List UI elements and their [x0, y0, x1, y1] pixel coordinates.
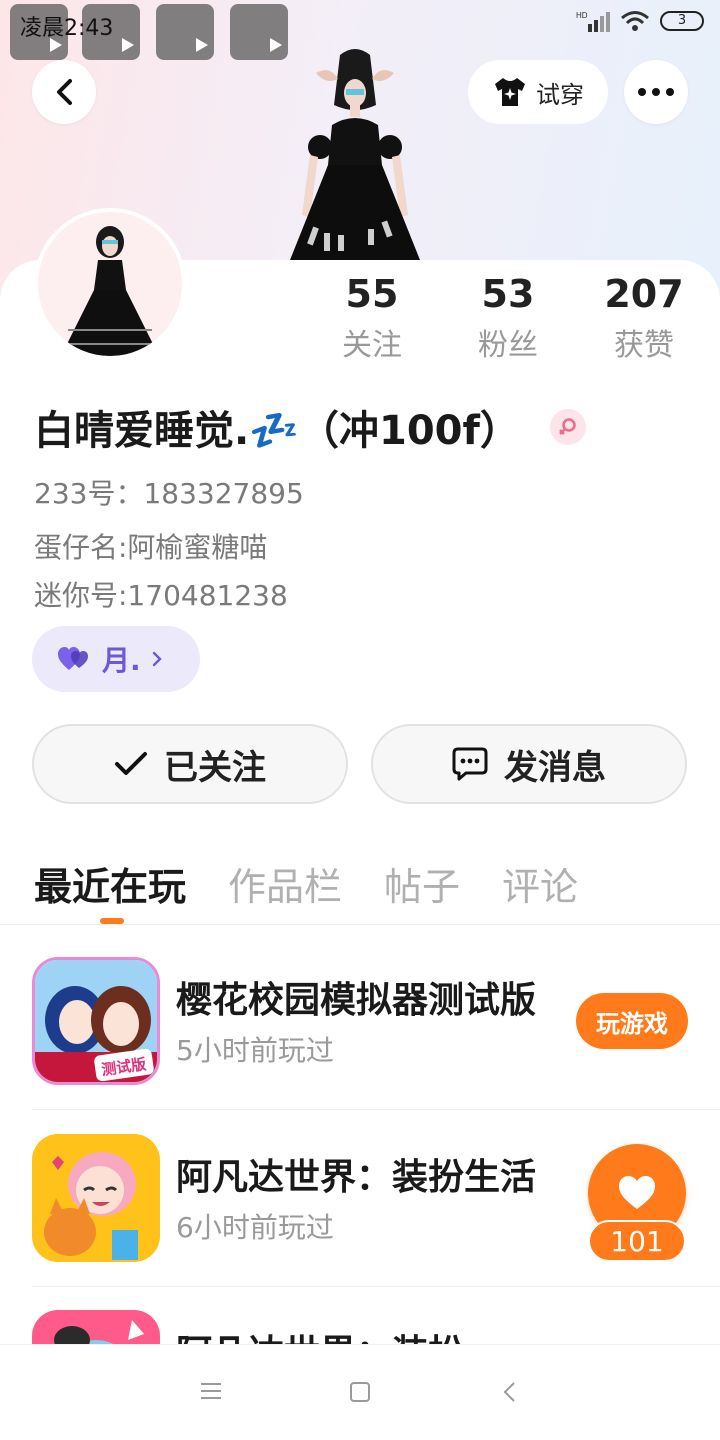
- avatar-image: [61, 226, 159, 356]
- stat-likes[interactable]: 207 获赞: [584, 272, 704, 364]
- tab-comments[interactable]: 评论: [502, 856, 578, 911]
- try-on-button[interactable]: 试穿: [468, 60, 608, 124]
- followers-count: 53: [481, 272, 535, 316]
- game-last-played: 5小时前玩过: [176, 1034, 334, 1067]
- game-last-played: 6小时前玩过: [176, 1211, 334, 1244]
- back-button[interactable]: [32, 60, 96, 124]
- double-heart-icon: [58, 647, 88, 670]
- notification-thumbnail: [156, 4, 214, 60]
- followers-label: 粉丝: [478, 328, 538, 363]
- game-title: 樱花校园模拟器测试版: [176, 980, 537, 1021]
- more-dots-icon: [638, 88, 674, 96]
- wifi-icon: [621, 11, 649, 31]
- stat-followers[interactable]: 53 粉丝: [448, 272, 568, 364]
- mini-id: 迷你号:170481238: [34, 579, 288, 612]
- play-icon: [122, 38, 134, 52]
- divider: [32, 1286, 720, 1287]
- game-title: 阿凡达世界：装扮: [176, 1324, 464, 1344]
- game-list-item[interactable]: 测试版 樱花校园模拟器测试版 5小时前玩过 玩游戏: [0, 957, 720, 1133]
- checkmark-icon: [115, 752, 147, 775]
- game-icon-avatar-world: [32, 1134, 160, 1262]
- battery-icon: 3: [660, 11, 704, 31]
- profile-tabs: 最近在玩 作品栏 帖子 评论: [34, 856, 578, 911]
- send-message-label: 发消息: [504, 747, 606, 788]
- game-icon-sakura-school: 测试版: [32, 957, 160, 1085]
- play-game-button[interactable]: 玩游戏: [576, 993, 688, 1049]
- likes-count: 207: [604, 272, 684, 316]
- divider: [32, 1109, 720, 1110]
- tshirt-icon: [495, 78, 525, 106]
- more-options-button[interactable]: [624, 60, 688, 124]
- menu-icon[interactable]: [200, 1381, 222, 1401]
- character-avatar-image: [290, 49, 420, 260]
- status-time: 凌晨2:43: [20, 16, 114, 41]
- followed-button[interactable]: 已关注: [32, 724, 348, 804]
- signal-hd-label: HD: [576, 11, 588, 20]
- play-icon: [196, 38, 208, 52]
- badge-label: 月.: [102, 644, 141, 677]
- gender-female-icon: [549, 409, 586, 445]
- followed-label: 已关注: [164, 747, 266, 788]
- send-message-button[interactable]: 发消息: [371, 724, 687, 804]
- like-count: 101: [588, 1220, 686, 1262]
- egg-name: 蛋仔名:阿榆蜜糖喵: [34, 531, 268, 564]
- tab-recently-played[interactable]: 最近在玩: [34, 856, 186, 911]
- stat-following[interactable]: 55 关注: [312, 272, 432, 364]
- tab-works[interactable]: 作品栏: [228, 856, 342, 911]
- chevron-right-icon: [152, 651, 162, 667]
- game-icon-avatar-world: [32, 1310, 160, 1344]
- try-on-label: 试穿: [536, 80, 584, 109]
- profile-name-row: 白晴爱睡觉.💤（冲100f）: [34, 398, 586, 456]
- home-icon[interactable]: [349, 1381, 371, 1403]
- avatar[interactable]: [34, 208, 186, 360]
- profile-name: 白晴爱睡觉.💤（冲100f）: [34, 408, 520, 454]
- following-label: 关注: [342, 328, 402, 363]
- message-bubble-icon: [452, 747, 488, 781]
- game-title: 阿凡达世界：装扮生活: [176, 1157, 537, 1198]
- back-icon[interactable]: [502, 1381, 518, 1403]
- floating-like-widget[interactable]: 101: [586, 1144, 690, 1264]
- user-id: 233号：183327895: [34, 477, 304, 510]
- game-list-item[interactable]: 阿凡达世界：装扮: [0, 1310, 720, 1344]
- system-navigation-bar: [0, 1344, 720, 1440]
- relationship-badge[interactable]: 月.: [32, 626, 200, 692]
- back-arrow-icon: [57, 79, 72, 105]
- heart-icon: [619, 1176, 655, 1209]
- tab-posts[interactable]: 帖子: [384, 856, 460, 911]
- following-count: 55: [345, 272, 399, 316]
- likes-label: 获赞: [614, 328, 674, 363]
- divider: [0, 924, 720, 925]
- signal-icon: HD: [576, 11, 610, 32]
